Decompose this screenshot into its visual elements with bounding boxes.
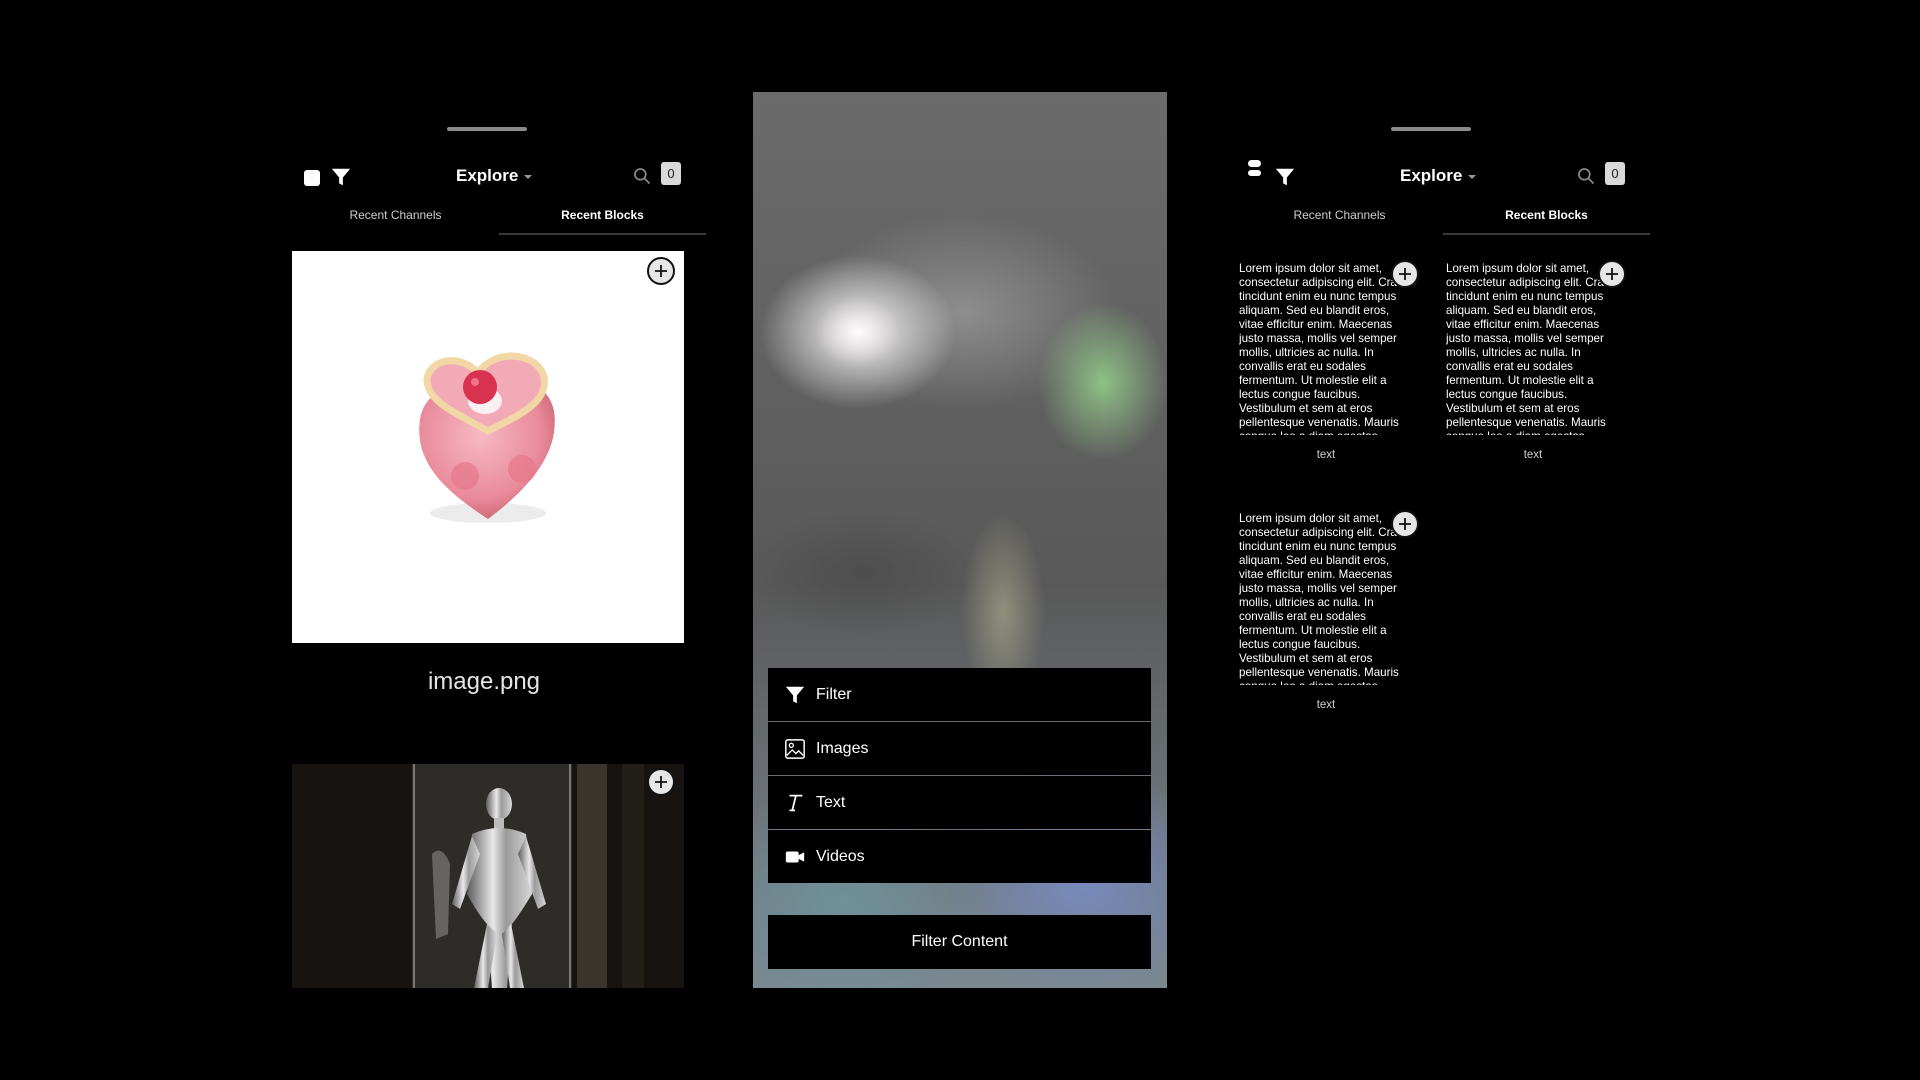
filter-sheet-screen: Filter Images Text Videos Filter Content — [753, 92, 1167, 988]
explore-screen-text: Explore 0 Recent Channels Recent Blocks … — [1236, 92, 1650, 988]
add-button[interactable] — [1391, 260, 1419, 288]
filter-menu: Filter Images Text Videos — [768, 668, 1151, 884]
chevron-down-icon — [524, 175, 533, 179]
filter-icon[interactable] — [330, 166, 352, 188]
plus-icon — [655, 776, 667, 788]
explore-dropdown[interactable]: Explore — [1400, 166, 1477, 186]
text-block[interactable]: Lorem ipsum dolor sit amet, consectetur … — [1239, 260, 1419, 461]
heart-cake-image — [419, 352, 555, 523]
plus-icon — [1399, 518, 1411, 530]
video-icon — [785, 851, 805, 862]
image-icon — [785, 738, 805, 759]
filter-icon[interactable] — [1274, 166, 1296, 188]
text-icon — [789, 794, 803, 811]
text-block-body: Lorem ipsum dolor sit amet, consectetur … — [1239, 512, 1403, 685]
menu-item-text[interactable]: Text — [768, 776, 1151, 829]
menu-item-label: Images — [816, 739, 869, 757]
image-block[interactable] — [292, 764, 684, 988]
tab-bar: Recent Channels Recent Blocks — [292, 205, 706, 235]
search-icon[interactable] — [1576, 166, 1596, 186]
block-type-label: text — [1316, 449, 1336, 461]
tab-recent-channels[interactable]: Recent Channels — [1236, 205, 1443, 235]
count-badge[interactable]: 0 — [661, 162, 681, 185]
menu-item-label: Filter — [816, 685, 852, 703]
sheet-grabber[interactable] — [1391, 127, 1471, 131]
block-type-label: text — [1523, 449, 1543, 461]
explore-title: Explore — [456, 166, 519, 185]
block-caption: image.png — [427, 668, 541, 695]
tab-recent-channels[interactable]: Recent Channels — [292, 205, 499, 235]
add-button[interactable] — [647, 257, 675, 285]
menu-item-videos[interactable]: Videos — [768, 830, 1151, 883]
add-button[interactable] — [1598, 260, 1626, 288]
menu-item-label: Text — [816, 793, 846, 811]
add-button[interactable] — [1391, 510, 1419, 538]
plus-icon — [1606, 268, 1618, 280]
explore-dropdown[interactable]: Explore — [456, 166, 533, 186]
text-block-body: Lorem ipsum dolor sit amet, consectetur … — [1239, 262, 1403, 435]
text-block[interactable]: Lorem ipsum dolor sit amet, consectetur … — [1239, 510, 1419, 711]
tab-recent-blocks[interactable]: Recent Blocks — [1443, 205, 1650, 235]
robot-sculpture-image — [292, 764, 684, 988]
search-icon[interactable] — [632, 166, 652, 186]
explore-screen-images: Explore 0 Recent Channels Recent Blocks — [292, 92, 706, 988]
sheet-grabber[interactable] — [447, 127, 527, 131]
count-badge[interactable]: 0 — [1605, 162, 1625, 185]
plus-icon — [1399, 268, 1411, 280]
single-view-icon[interactable] — [304, 170, 320, 186]
block-type-label: text — [1316, 699, 1336, 711]
menu-item-images[interactable]: Images — [768, 722, 1151, 775]
tab-recent-blocks[interactable]: Recent Blocks — [499, 205, 706, 235]
menu-item-label: Videos — [816, 847, 865, 865]
header: Explore 0 — [292, 158, 706, 198]
plus-icon — [655, 265, 667, 277]
filter-icon — [785, 686, 805, 703]
text-block-body: Lorem ipsum dolor sit amet, consectetur … — [1446, 262, 1610, 435]
explore-title: Explore — [1400, 166, 1463, 185]
chevron-down-icon — [1468, 175, 1477, 179]
grid-view-icon[interactable] — [1248, 160, 1264, 176]
text-block[interactable]: Lorem ipsum dolor sit amet, consectetur … — [1446, 260, 1626, 461]
filter-content-button[interactable]: Filter Content — [768, 915, 1151, 969]
image-block[interactable] — [292, 251, 684, 643]
header: Explore 0 — [1236, 158, 1650, 198]
menu-item-filter[interactable]: Filter — [768, 668, 1151, 721]
add-button[interactable] — [647, 768, 675, 796]
tab-bar: Recent Channels Recent Blocks — [1236, 205, 1650, 235]
